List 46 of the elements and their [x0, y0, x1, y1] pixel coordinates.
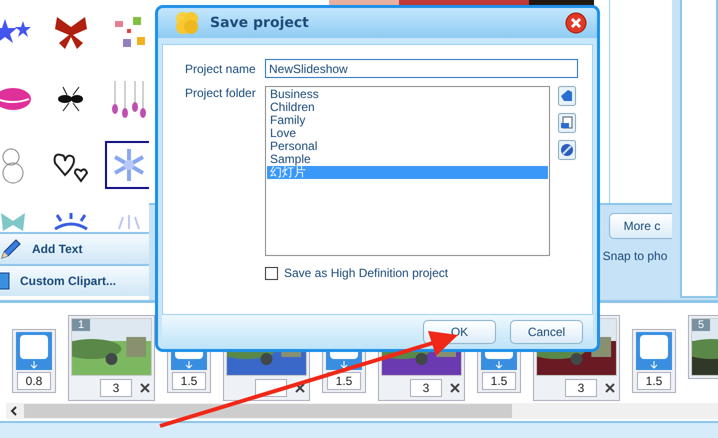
document-icon[interactable] — [558, 113, 576, 133]
folder-item[interactable]: Personal — [267, 140, 548, 153]
folder-item[interactable]: Sample — [267, 153, 548, 166]
duration-field[interactable]: 3 — [410, 379, 442, 397]
field-label: Project folder — [185, 86, 257, 100]
duration-field[interactable]: 1.5 — [172, 372, 206, 390]
field-label: Project name — [185, 62, 257, 76]
transition-tile[interactable]: 1.5 — [632, 329, 676, 393]
tassel-icon — [109, 79, 149, 119]
slide-number: 5 — [692, 319, 710, 331]
more-button[interactable]: More c — [608, 213, 672, 239]
folder-item[interactable]: Family — [267, 114, 548, 127]
monitor-icon — [0, 271, 10, 291]
dialog-title: Save project — [210, 15, 310, 31]
close-icon[interactable] — [605, 383, 615, 393]
checkbox[interactable] — [265, 266, 278, 280]
duration-field[interactable]: 3 — [565, 379, 597, 397]
pencil-icon — [0, 238, 22, 260]
slide-number: 1 — [72, 319, 90, 331]
slide-tile[interactable]: 1 3 — [68, 315, 155, 401]
folder-item[interactable]: Children — [267, 101, 548, 114]
duration-field[interactable]: 0.8 — [17, 372, 51, 390]
project-name-field[interactable]: NewSlideshow — [265, 59, 578, 78]
close-icon[interactable] — [450, 383, 460, 393]
hd-checkbox[interactable]: Save as High Definition project — [265, 266, 592, 280]
custom-clipart-button[interactable]: Custom Clipart... — [0, 264, 149, 296]
add-text-button[interactable]: Add Text — [0, 232, 149, 264]
cancel-button[interactable]: Cancel — [510, 320, 583, 344]
no-entry-icon[interactable] — [558, 140, 576, 160]
snap-label: Snap to pho — [602, 249, 668, 263]
transition-tile[interactable]: 0.8 — [12, 329, 56, 393]
duration-field[interactable]: 1.5 — [482, 372, 516, 390]
scrollbar[interactable] — [6, 403, 718, 419]
close-icon[interactable] — [140, 383, 150, 393]
duration-field[interactable]: 1.5 — [637, 372, 671, 390]
duration-field[interactable]: 1.5 — [327, 372, 361, 390]
transition-icon — [636, 332, 672, 370]
checkbox-label: Save as High Definition project — [284, 266, 448, 280]
close-icon[interactable] — [295, 383, 305, 393]
new-folder-icon[interactable] — [558, 86, 576, 106]
close-icon[interactable] — [565, 12, 587, 34]
folder-item[interactable]: Love — [267, 127, 548, 140]
folder-item[interactable]: Business — [267, 88, 548, 101]
transition-icon — [16, 332, 52, 370]
duration-field[interactable]: 3 — [100, 379, 132, 397]
clover-icon — [174, 10, 200, 36]
